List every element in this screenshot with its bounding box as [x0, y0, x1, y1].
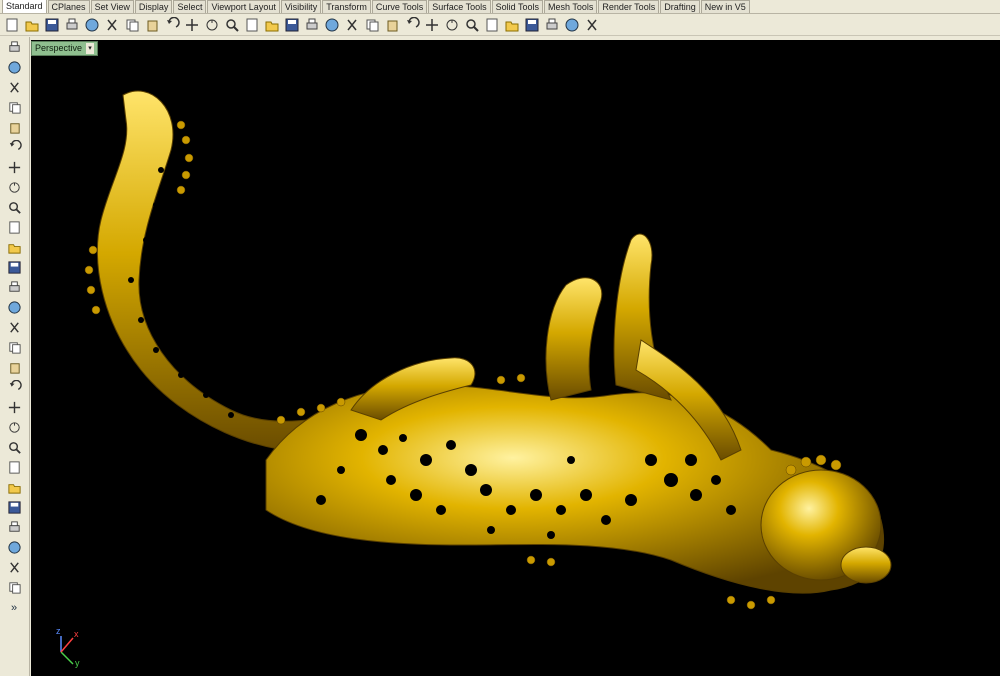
- pan-icon[interactable]: [183, 16, 201, 34]
- material-icon[interactable]: [483, 16, 501, 34]
- ellipse-icon[interactable]: [3, 138, 25, 157]
- color-wheel-icon[interactable]: [463, 16, 481, 34]
- point-icon[interactable]: [363, 16, 381, 34]
- tab-transform[interactable]: Transform: [322, 0, 371, 13]
- axis-z-label: z: [56, 626, 61, 636]
- cheetah-model[interactable]: [84, 90, 892, 610]
- viewport-canvas: y z x: [56, 90, 892, 668]
- circle-icon[interactable]: [3, 118, 25, 137]
- gumball-icon[interactable]: [563, 16, 581, 34]
- tab-cplanes[interactable]: CPlanes: [47, 0, 90, 13]
- group-icon[interactable]: [3, 558, 25, 577]
- curve-icon[interactable]: [3, 98, 25, 117]
- tab-viewport-layout[interactable]: Viewport Layout: [207, 0, 280, 13]
- array-icon[interactable]: [3, 498, 25, 517]
- zoom-extents-icon[interactable]: [263, 16, 281, 34]
- rectangle-icon[interactable]: [3, 178, 25, 197]
- paste-icon[interactable]: [143, 16, 161, 34]
- polygon-icon[interactable]: [3, 158, 25, 177]
- import-icon[interactable]: [83, 16, 101, 34]
- sphere-icon[interactable]: [503, 16, 521, 34]
- undo-icon[interactable]: [163, 16, 181, 34]
- print-icon[interactable]: [63, 16, 81, 34]
- viewport-title: Perspective: [35, 43, 83, 53]
- tab-new-in-v5[interactable]: New in V5: [700, 0, 750, 13]
- tab-render-tools[interactable]: Render Tools: [598, 0, 660, 13]
- fillet-icon[interactable]: [3, 218, 25, 237]
- point-icon[interactable]: [3, 58, 25, 77]
- extrude-icon[interactable]: [3, 258, 25, 277]
- new-icon[interactable]: [3, 16, 21, 34]
- leg-shape: [545, 277, 603, 401]
- plane-icon[interactable]: [3, 338, 25, 357]
- polyline-icon[interactable]: [3, 78, 25, 97]
- snout-shape: [840, 546, 892, 584]
- tab-solid-tools[interactable]: Solid Tools: [491, 0, 543, 13]
- scale-icon[interactable]: [3, 478, 25, 497]
- cut-icon[interactable]: [103, 16, 121, 34]
- render-icon[interactable]: [523, 16, 541, 34]
- tab-select[interactable]: Select: [173, 0, 207, 13]
- standard-toolbar: [0, 14, 1000, 36]
- mirror-icon[interactable]: [3, 578, 25, 597]
- sphere-icon[interactable]: [3, 298, 25, 317]
- text-icon[interactable]: [3, 538, 25, 557]
- more-icon[interactable]: »: [3, 598, 25, 617]
- side-toolbar: »: [0, 37, 30, 676]
- rotate-icon[interactable]: [3, 458, 25, 477]
- explode-icon[interactable]: [3, 378, 25, 397]
- osnap-icon[interactable]: [543, 16, 561, 34]
- surface-icon[interactable]: [3, 238, 25, 257]
- open-icon[interactable]: [23, 16, 41, 34]
- grid-icon[interactable]: [383, 16, 401, 34]
- toolbar-tabs: Standard CPlanes Set View Display Select View…: [0, 0, 1000, 14]
- tab-mesh-tools[interactable]: Mesh Tools: [543, 0, 598, 13]
- boolean-icon[interactable]: [3, 358, 25, 377]
- zoom-icon[interactable]: [223, 16, 241, 34]
- tail-shape: [96, 90, 363, 452]
- rotate-icon[interactable]: [203, 16, 221, 34]
- zoom-selected-icon[interactable]: [283, 16, 301, 34]
- car-icon[interactable]: [343, 16, 361, 34]
- copy-icon[interactable]: [123, 16, 141, 34]
- tab-set-view[interactable]: Set View: [90, 0, 134, 13]
- arc-icon[interactable]: [3, 198, 25, 217]
- chevron-down-icon[interactable]: ▾: [86, 43, 95, 54]
- dimension-icon[interactable]: [3, 518, 25, 537]
- layer-icon[interactable]: [443, 16, 461, 34]
- join-icon[interactable]: [3, 418, 25, 437]
- trim-icon[interactable]: [3, 398, 25, 417]
- axis-y-label: y: [75, 658, 80, 668]
- tab-visibility[interactable]: Visibility: [280, 0, 322, 13]
- four-view-icon[interactable]: [323, 16, 341, 34]
- tab-surface-tools[interactable]: Surface Tools: [428, 0, 491, 13]
- help-icon[interactable]: [583, 16, 601, 34]
- box-icon[interactable]: [3, 278, 25, 297]
- select-icon[interactable]: [3, 38, 25, 57]
- rotate-view-icon[interactable]: [303, 16, 321, 34]
- cylinder-icon[interactable]: [3, 318, 25, 337]
- tab-curve-tools[interactable]: Curve Tools: [371, 0, 428, 13]
- light-icon[interactable]: [403, 16, 421, 34]
- zoom-window-icon[interactable]: [243, 16, 261, 34]
- save-icon[interactable]: [43, 16, 61, 34]
- tab-display[interactable]: Display: [134, 0, 173, 13]
- move-icon[interactable]: [3, 438, 25, 457]
- tab-drafting[interactable]: Drafting: [660, 0, 700, 13]
- perspective-viewport[interactable]: y z x: [31, 40, 1000, 676]
- axis-x-label: x: [74, 629, 79, 639]
- lock-icon[interactable]: [423, 16, 441, 34]
- viewport-title-tab[interactable]: Perspective ▾: [31, 41, 99, 56]
- axis-gizmo: y z x: [56, 626, 80, 668]
- tab-standard[interactable]: Standard: [2, 0, 47, 13]
